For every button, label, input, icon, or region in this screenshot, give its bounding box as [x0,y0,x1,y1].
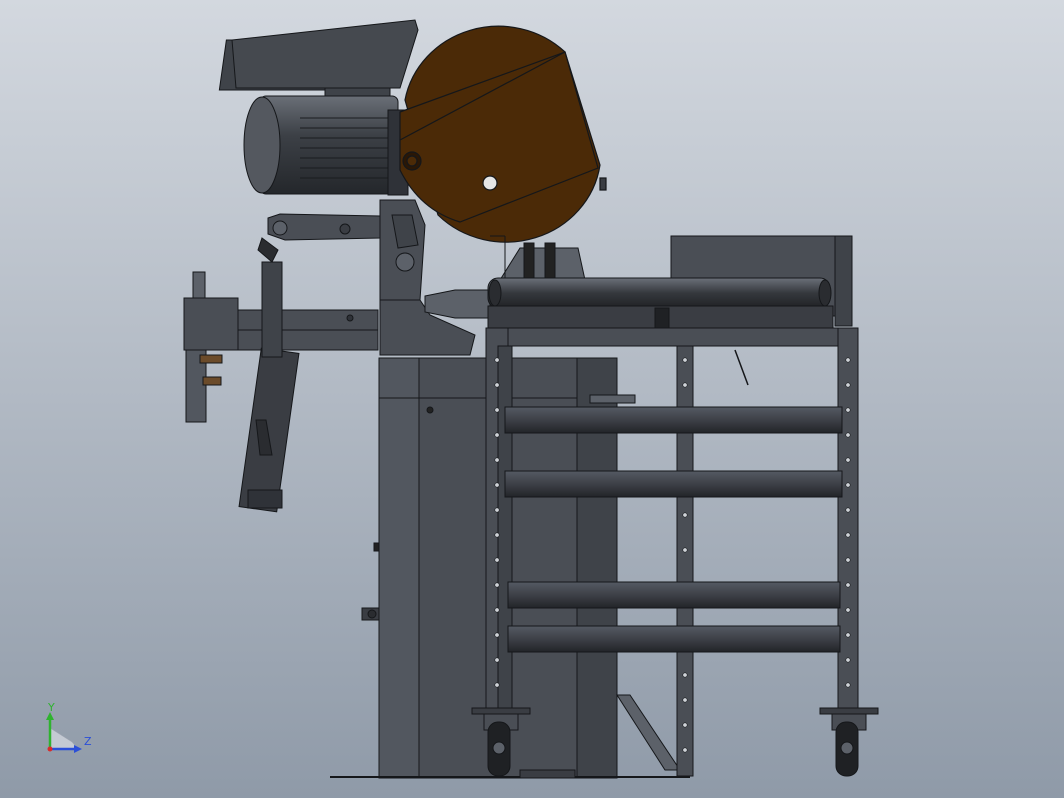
shelf-3 [507,581,841,609]
y-axis-label: Y [47,701,55,714]
cad-canvas[interactable]: Y Z [0,0,1064,798]
shelf-1 [504,406,843,434]
feed-roller[interactable] [487,277,834,329]
base-foot [519,769,576,779]
cad-viewport[interactable]: Y Z [0,0,1064,798]
z-axis-label: Z [84,735,92,748]
spindle [424,289,491,319]
shelf-4 [507,625,841,653]
x-axis-origin [47,746,53,752]
shelf-2 [504,470,843,498]
